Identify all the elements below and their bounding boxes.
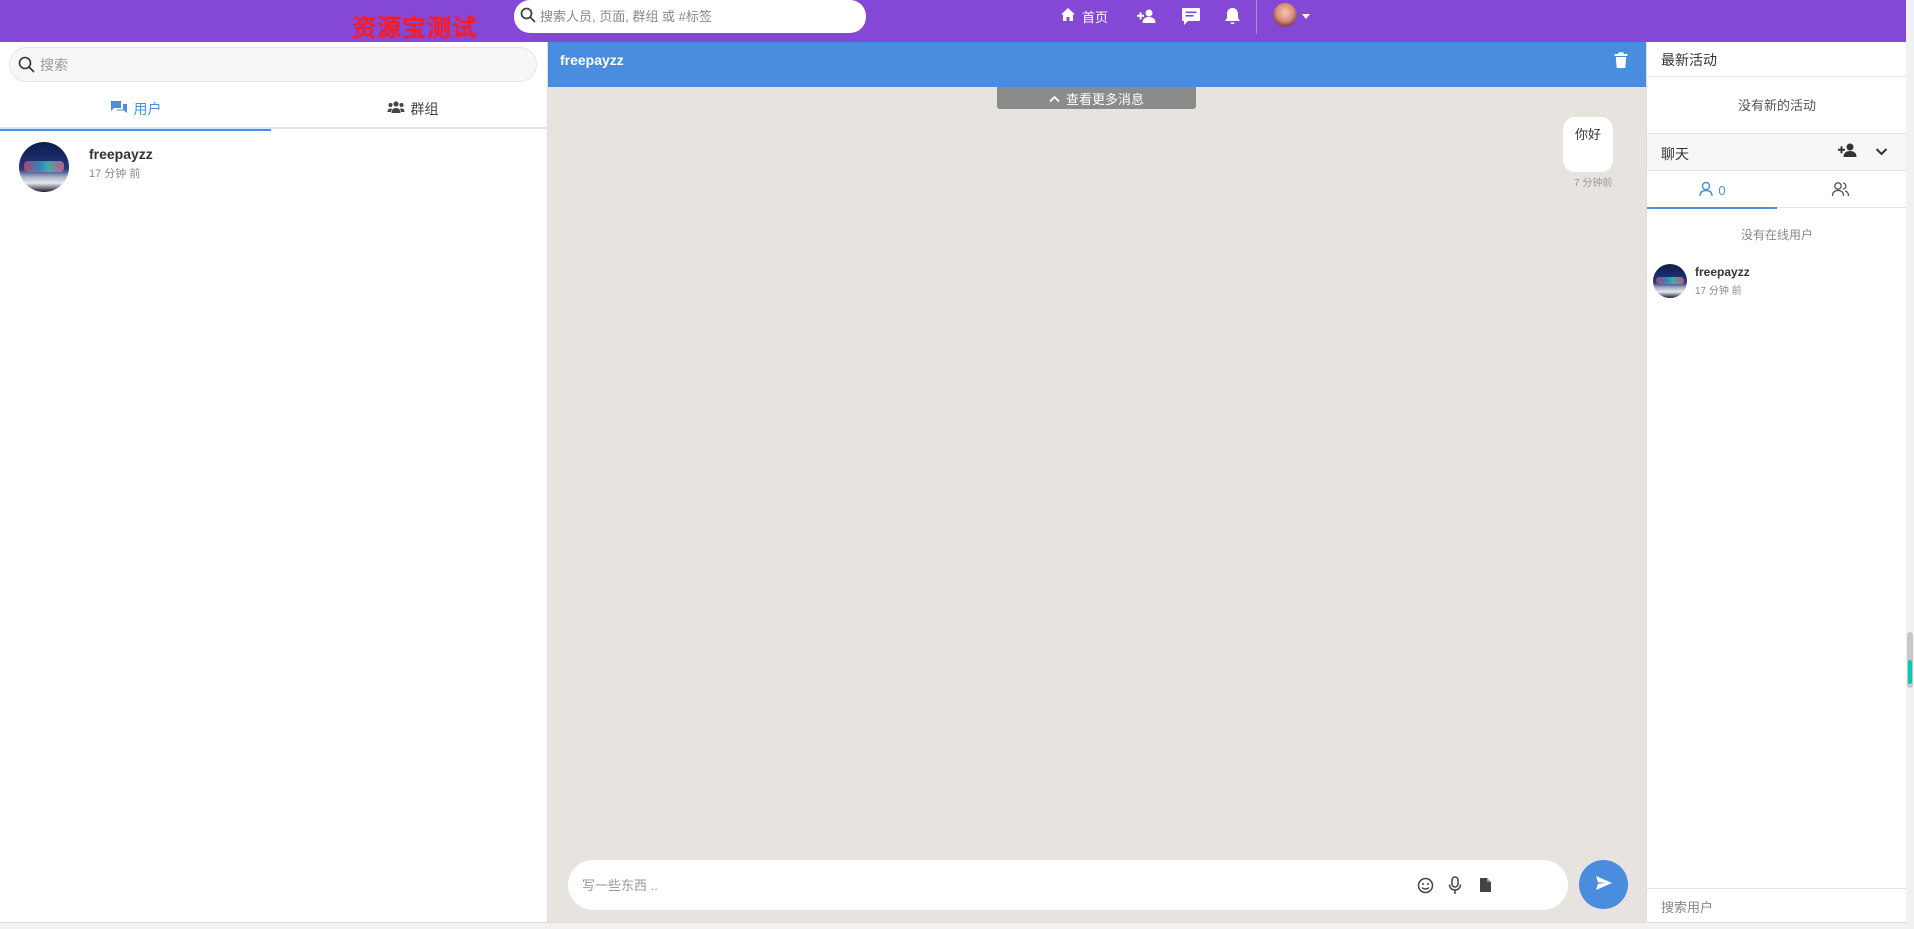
tab-users[interactable]: 用户 [0,88,271,131]
caret-down-icon[interactable] [1302,14,1310,19]
activity-empty-text: 没有新的活动 [1737,98,1816,113]
add-user-icon[interactable] [1136,5,1158,27]
home-icon [1060,7,1082,25]
emoji-icon[interactable] [1415,875,1435,895]
online-tabs: 0 [1647,172,1907,209]
chevron-down-icon[interactable] [1875,144,1888,160]
online-count: 0 [1718,182,1726,198]
search-icon [18,56,35,76]
tab-groups-label: 群组 [410,100,439,117]
chat-window: freepayzz 查看更多消息 你好 7 分钟前 [548,42,1646,922]
tab-online-groups[interactable] [1777,172,1907,208]
top-navbar: 资源宝测试 首页 [0,0,1914,42]
user-time: 17 分钟 前 [1695,286,1742,297]
user-search-box [1647,888,1907,922]
conversation-time: 17 分钟 前 [89,168,141,180]
tab-users-label: 用户 [133,100,162,117]
user-search-input[interactable] [1661,898,1891,916]
conversation-search-box [9,47,537,82]
chat-section-label: 聊天 [1661,146,1689,162]
message-input[interactable] [582,876,1382,894]
bell-icon[interactable] [1221,5,1243,27]
users-outline-icon [1831,181,1854,200]
avatar[interactable] [1273,3,1297,27]
bottom-scrollbar[interactable] [0,922,1906,929]
load-more-button[interactable]: 查看更多消息 [997,87,1196,109]
trash-icon[interactable] [1614,52,1628,72]
online-empty-text: 没有在线用户 [1740,228,1813,242]
divider [1647,76,1907,77]
nav-home-link[interactable]: 首页 [1060,6,1108,26]
chat-section-header: 聊天 [1647,133,1907,171]
page-scrollbar[interactable] [1906,0,1914,929]
tab-groups[interactable]: 群组 [277,88,548,129]
file-icon[interactable] [1475,875,1495,895]
scroll-indicator [1908,660,1912,684]
send-button[interactable] [1579,860,1628,909]
user-outline-icon [1698,181,1718,200]
user-name: freepayzz [1695,265,1750,279]
messages-icon[interactable] [1180,5,1202,27]
avatar [1653,264,1687,298]
message-composer [568,860,1568,910]
conversation-search-input[interactable] [40,56,520,74]
nav-home-label: 首页 [1082,9,1109,25]
load-more-label: 查看更多消息 [1065,91,1144,107]
sidebar-right: 最新活动 没有新的活动 聊天 0 没有在线用户 freepayzz 17 分钟 … [1646,42,1907,922]
global-search-input[interactable] [540,6,850,26]
nav-divider [1256,0,1257,34]
site-logo[interactable]: 资源宝测试 [352,8,477,43]
search-icon [520,7,538,25]
chat-header: freepayzz [548,42,1646,87]
conversations-panel: 用户 群组 freepayzz 17 分钟 前 [0,42,548,922]
avatar [19,142,69,192]
conversation-tabs: 用户 群组 [0,88,548,131]
tab-online-users[interactable]: 0 [1647,172,1777,209]
list-item[interactable]: freepayzz 17 分钟 前 [1647,260,1907,300]
send-icon [1595,875,1613,894]
activity-title: 最新活动 [1661,52,1717,68]
add-user-icon[interactable] [1837,142,1859,161]
chat-title[interactable]: freepayzz [560,52,624,68]
list-item[interactable]: freepayzz 17 分钟 前 [0,132,548,196]
microphone-icon[interactable] [1445,875,1465,895]
message-bubble: 你好 [1563,117,1613,172]
global-search-box [514,0,866,33]
users-group-icon [387,100,411,117]
conversation-name: freepayzz [89,146,153,162]
chat-bubbles-icon [110,100,134,118]
chevron-up-icon [1049,91,1066,106]
message-time: 7 分钟前 [1574,178,1613,189]
